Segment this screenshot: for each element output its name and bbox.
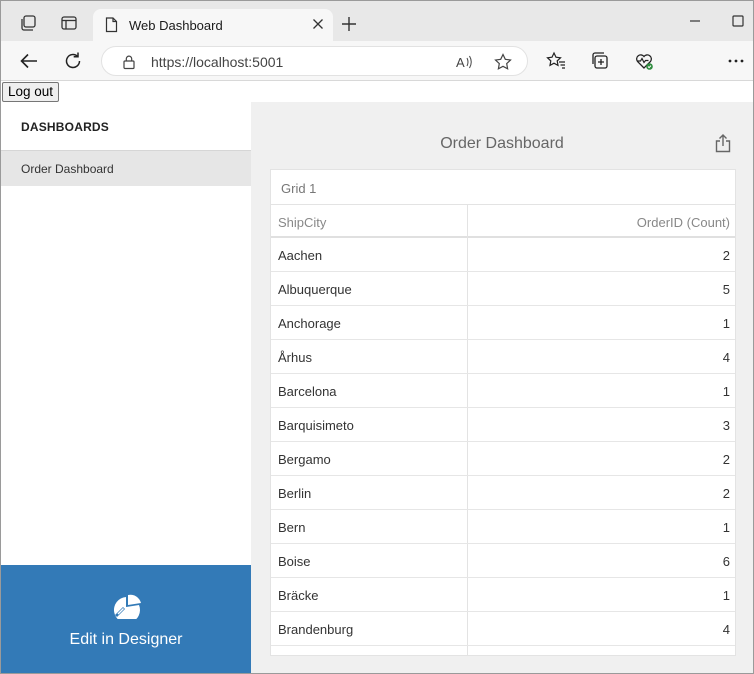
cell-orderid-count: 3 — [722, 418, 730, 433]
cell-shipcity: Brandenburg — [278, 622, 354, 637]
designer-icon — [114, 594, 141, 619]
cell-shipcity: Bergamo — [278, 452, 331, 467]
workspaces-icon[interactable] — [19, 14, 37, 32]
cell-orderid-count: 2 — [722, 248, 730, 263]
column-header-shipcity[interactable]: ShipCity — [278, 215, 326, 230]
table-row[interactable]: Barcelona 1 — [271, 374, 735, 408]
svg-text:A: A — [456, 55, 465, 70]
table-row[interactable]: Boise 6 — [271, 544, 735, 578]
sidebar-heading: DASHBOARDS — [21, 120, 110, 134]
minimize-icon[interactable] — [685, 11, 705, 31]
cell-shipcity: Barquisimeto — [278, 418, 354, 433]
url-field[interactable]: https://localhost:5001 A — [101, 46, 528, 76]
dashboard-area: Order Dashboard Grid 1 ShipCity OrderID … — [251, 102, 753, 673]
cell-orderid-count: 4 — [722, 350, 730, 365]
cell-orderid-count: 5 — [722, 282, 730, 297]
table-row[interactable]: Albuquerque 5 — [271, 272, 735, 306]
cell-orderid-count: 4 — [722, 622, 730, 637]
browser-tab[interactable]: Web Dashboard — [93, 9, 333, 41]
cell-shipcity: Århus — [278, 350, 312, 365]
table-row[interactable]: Århus 4 — [271, 340, 735, 374]
cell-shipcity: Aachen — [278, 248, 323, 263]
cell-shipcity: Berlin — [278, 486, 312, 501]
new-tab-icon[interactable] — [340, 15, 358, 33]
cell-shipcity: Bern — [278, 520, 306, 535]
cell-orderid-count: 2 — [722, 486, 730, 501]
star-icon[interactable] — [493, 52, 513, 72]
grid-header: ShipCity OrderID (Count) — [271, 204, 735, 238]
cell-orderid-count: 1 — [722, 588, 730, 603]
cell-orderid-count: 1 — [722, 384, 730, 399]
export-icon[interactable] — [714, 133, 732, 153]
table-row[interactable]: Barquisimeto 3 — [271, 408, 735, 442]
cell-shipcity: Bräcke — [278, 588, 319, 603]
sidebar: DASHBOARDS Order Dashboard Edit in Desig… — [1, 102, 251, 673]
cell-shipcity: Barcelona — [278, 384, 337, 399]
refresh-icon[interactable] — [62, 50, 84, 72]
logout-button[interactable]: Log out — [2, 82, 60, 102]
close-icon[interactable] — [309, 15, 327, 33]
maximize-icon[interactable] — [728, 11, 748, 31]
read-aloud-icon[interactable]: A — [454, 52, 474, 72]
table-row[interactable]: Brandenburg 4 — [271, 612, 735, 646]
page-content: Log out DASHBOARDS Order Dashboard Edit … — [1, 81, 753, 673]
tab-actions-icon[interactable] — [60, 14, 78, 32]
favorites-icon[interactable] — [545, 50, 567, 72]
cell-shipcity: Boise — [278, 554, 311, 569]
cell-orderid-count: 2 — [722, 452, 730, 467]
edit-in-designer-label: Edit in Designer — [69, 631, 183, 648]
lock-icon[interactable] — [122, 54, 136, 70]
sidebar-item-label: Order Dashboard — [21, 162, 114, 176]
cell-shipcity: Anchorage — [278, 316, 341, 331]
collections-icon[interactable] — [589, 50, 611, 72]
sidebar-item-order-dashboard[interactable]: Order Dashboard — [1, 150, 251, 186]
grid: Grid 1 ShipCity OrderID (Count) Aachen 2 A… — [270, 169, 736, 656]
table-row[interactable]: Aachen 2 — [271, 238, 735, 272]
edit-in-designer-button[interactable]: Edit in Designer — [1, 565, 251, 673]
column-header-orderid-count[interactable]: OrderID (Count) — [637, 215, 730, 230]
grid-caption: Grid 1 — [281, 181, 317, 196]
page-icon — [105, 17, 118, 33]
table-row[interactable]: Anchorage 1 — [271, 306, 735, 340]
browser-window: Web Dashboard https://localhost:5001 A L… — [0, 0, 754, 674]
table-row[interactable]: Bergamo 2 — [271, 442, 735, 476]
cell-shipcity: Albuquerque — [278, 282, 352, 297]
heart-pulse-icon[interactable] — [633, 50, 655, 72]
address-bar: https://localhost:5001 A — [1, 41, 753, 81]
table-row[interactable]: Bern 1 — [271, 510, 735, 544]
cell-orderid-count: 1 — [722, 520, 730, 535]
table-row[interactable]: Bräcke 1 — [271, 578, 735, 612]
back-arrow-icon[interactable] — [18, 50, 40, 72]
table-row[interactable]: Berlin 2 — [271, 476, 735, 510]
tab-title: Web Dashboard — [129, 18, 223, 33]
url-text: https://localhost:5001 — [151, 54, 284, 70]
dashboard-title: Order Dashboard — [440, 135, 564, 152]
more-icon[interactable] — [725, 50, 747, 72]
tab-bar: Web Dashboard — [1, 1, 753, 41]
cell-orderid-count: 6 — [722, 554, 730, 569]
cell-orderid-count: 1 — [722, 316, 730, 331]
